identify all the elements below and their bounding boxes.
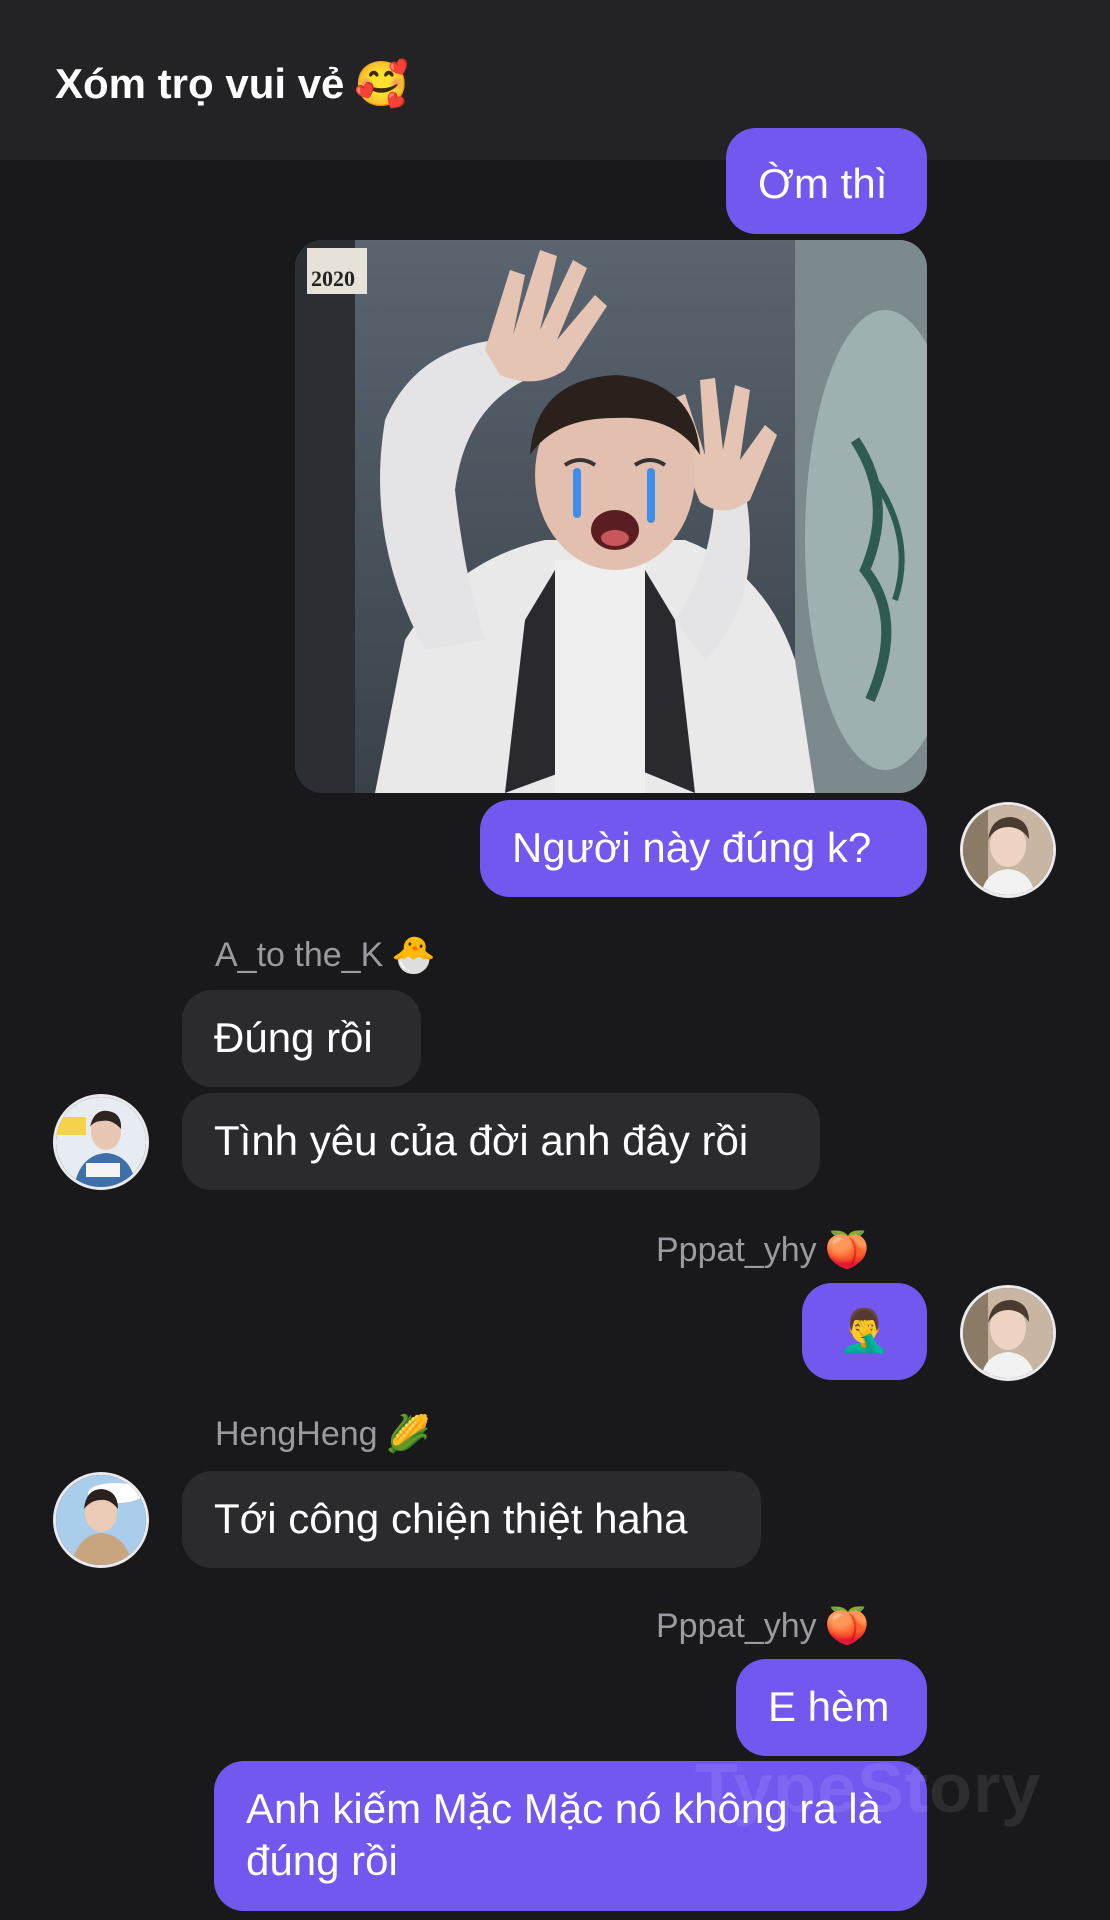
avatar-image bbox=[56, 1475, 146, 1565]
avatar[interactable] bbox=[53, 1094, 149, 1190]
sender-name: HengHeng 🌽 bbox=[215, 1413, 430, 1455]
crying-boy-photo: 2020 bbox=[295, 240, 927, 793]
message-text: Người này đúng k? bbox=[512, 824, 872, 871]
avatar-image bbox=[56, 1097, 146, 1187]
message-text: Tình yêu của đời anh đây rồi bbox=[214, 1117, 749, 1164]
message-bubble[interactable]: Đúng rồi bbox=[182, 990, 421, 1087]
message-photo[interactable]: 2020 bbox=[295, 240, 927, 793]
watermark: TypeStory bbox=[695, 1749, 1042, 1827]
message-bubble[interactable]: E hèm bbox=[736, 1659, 927, 1756]
message-text: E hèm bbox=[768, 1683, 890, 1730]
message-text: Ờm thì bbox=[758, 160, 888, 207]
chat-title-text: Xóm trọ vui vẻ bbox=[55, 60, 345, 107]
sender-name: Pppat_yhy 🍑 bbox=[656, 1605, 870, 1647]
sender-name-text: A_to the_K bbox=[215, 935, 384, 974]
sender-name-text: HengHeng bbox=[215, 1414, 378, 1453]
sender-name-text: Pppat_yhy bbox=[656, 1230, 817, 1269]
message-bubble[interactable]: 🤦‍♂️ bbox=[802, 1283, 927, 1380]
sender-name: A_to the_K 🐣 bbox=[215, 934, 436, 976]
peach-emoji-icon: 🍑 bbox=[824, 1229, 870, 1270]
message-bubble[interactable]: Người này đúng k? bbox=[480, 800, 927, 897]
avatar[interactable] bbox=[960, 1285, 1056, 1381]
message-text: Đúng rồi bbox=[214, 1014, 373, 1061]
corn-emoji-icon: 🌽 bbox=[385, 1413, 431, 1454]
avatar[interactable] bbox=[53, 1472, 149, 1568]
avatar[interactable] bbox=[960, 802, 1056, 898]
avatar-image bbox=[963, 805, 1053, 895]
avatar-image bbox=[963, 1288, 1053, 1378]
chat-header: Xóm trọ vui vẻ 🥰 bbox=[0, 0, 1110, 160]
message-bubble[interactable]: Ờm thì bbox=[726, 128, 927, 234]
message-bubble[interactable]: Tới công chiện thiệt haha bbox=[182, 1471, 761, 1568]
photo-stamp-text: 2020 bbox=[311, 266, 355, 291]
message-bubble[interactable]: Tình yêu của đời anh đây rồi bbox=[182, 1093, 820, 1190]
facepalm-emoji-icon: 🤦‍♂️ bbox=[838, 1307, 891, 1354]
chat-title[interactable]: Xóm trọ vui vẻ 🥰 bbox=[55, 58, 409, 110]
hatching-chick-emoji-icon: 🐣 bbox=[391, 934, 437, 975]
sender-name: Pppat_yhy 🍑 bbox=[656, 1229, 870, 1271]
sender-name-text: Pppat_yhy bbox=[656, 1606, 817, 1645]
smiling-hearts-emoji-icon: 🥰 bbox=[354, 60, 410, 109]
message-text: Tới công chiện thiệt haha bbox=[214, 1495, 688, 1542]
peach-emoji-icon: 🍑 bbox=[824, 1605, 870, 1646]
